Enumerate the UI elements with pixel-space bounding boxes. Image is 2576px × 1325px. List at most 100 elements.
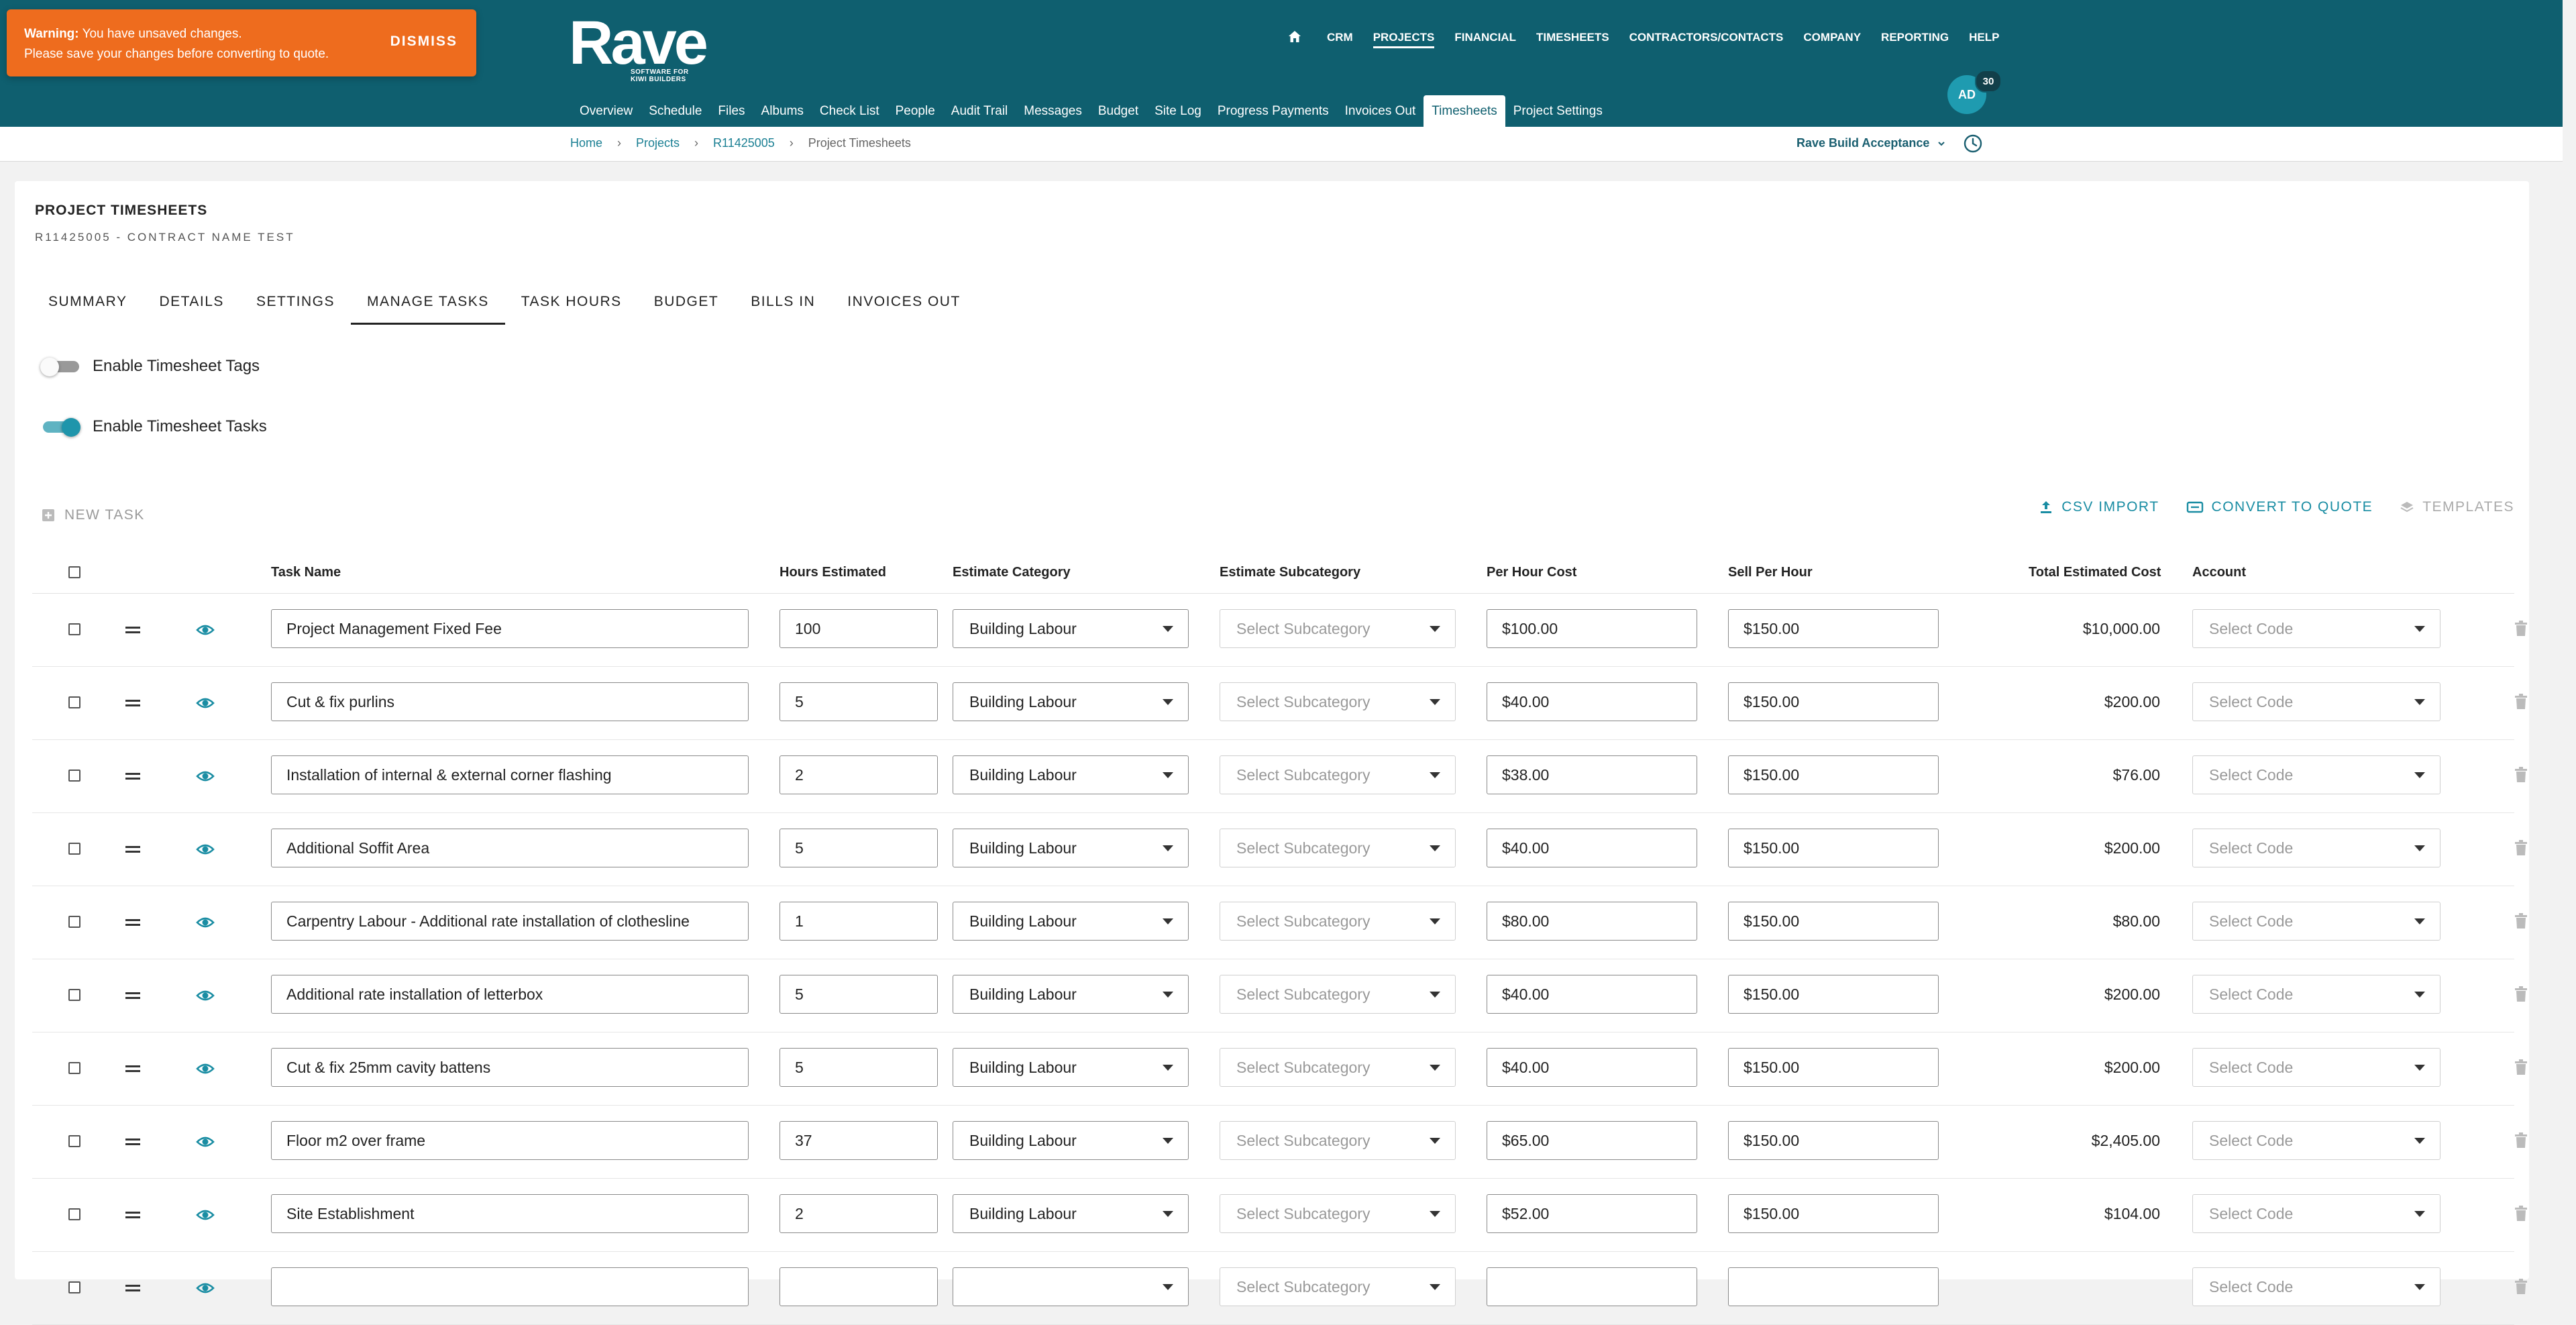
- per-hour-cost-input[interactable]: [1487, 1267, 1697, 1306]
- per-hour-cost-input[interactable]: $80.00: [1487, 902, 1697, 941]
- account-select[interactable]: Select Code: [2192, 902, 2440, 941]
- task-name-input[interactable]: Site Establishment: [271, 1194, 749, 1233]
- subnav-albums[interactable]: Albums: [753, 95, 812, 127]
- hours-estimated-input[interactable]: 100: [780, 609, 938, 648]
- visibility-eye-icon[interactable]: [196, 843, 215, 856]
- row-checkbox[interactable]: [68, 1062, 80, 1074]
- task-name-input[interactable]: Cut & fix 25mm cavity battens: [271, 1048, 749, 1087]
- task-name-input[interactable]: Floor m2 over frame: [271, 1121, 749, 1160]
- drag-handle-icon[interactable]: [125, 699, 140, 707]
- delete-trash-icon[interactable]: [2514, 1059, 2528, 1075]
- row-checkbox[interactable]: [68, 696, 80, 708]
- subnav-invoices-out[interactable]: Invoices Out: [1337, 95, 1424, 127]
- subnav-project-settings[interactable]: Project Settings: [1505, 95, 1611, 127]
- visibility-eye-icon[interactable]: [196, 1062, 215, 1075]
- breadcrumb-r11425005[interactable]: R11425005: [713, 136, 775, 150]
- tab-invoices-out[interactable]: INVOICES OUT: [831, 280, 977, 323]
- visibility-eye-icon[interactable]: [196, 989, 215, 1002]
- delete-trash-icon[interactable]: [2514, 694, 2528, 710]
- entity-selector[interactable]: Rave Build Acceptance: [1796, 136, 1945, 150]
- top-nav-financial[interactable]: FINANCIAL: [1454, 25, 1516, 48]
- visibility-eye-icon[interactable]: [196, 696, 215, 710]
- account-select[interactable]: Select Code: [2192, 975, 2440, 1014]
- account-select[interactable]: Select Code: [2192, 755, 2440, 794]
- breadcrumb-projects[interactable]: Projects: [636, 136, 680, 150]
- estimate-category-select[interactable]: Building Labour: [953, 1121, 1189, 1160]
- account-select[interactable]: Select Code: [2192, 609, 2440, 648]
- top-nav-contractors-contacts[interactable]: CONTRACTORS/CONTACTS: [1629, 25, 1784, 48]
- account-select[interactable]: Select Code: [2192, 1048, 2440, 1087]
- top-nav-timesheets[interactable]: TIMESHEETS: [1536, 25, 1609, 48]
- row-checkbox[interactable]: [68, 843, 80, 855]
- subnav-people[interactable]: People: [888, 95, 943, 127]
- estimate-category-select[interactable]: Building Labour: [953, 829, 1189, 867]
- estimate-subcategory-select[interactable]: Select Subcategory: [1220, 682, 1456, 721]
- top-nav-company[interactable]: COMPANY: [1803, 25, 1861, 48]
- tab-bills-in[interactable]: BILLS IN: [735, 280, 831, 323]
- csv-import-button[interactable]: CSV IMPORT: [2039, 499, 2159, 515]
- account-select[interactable]: Select Code: [2192, 829, 2440, 867]
- home-icon[interactable]: [1285, 28, 1304, 46]
- per-hour-cost-input[interactable]: $40.00: [1487, 829, 1697, 867]
- visibility-eye-icon[interactable]: [196, 1135, 215, 1149]
- timesheet-tasks-switch[interactable]: [40, 418, 80, 437]
- sell-per-hour-input[interactable]: $150.00: [1728, 829, 1939, 867]
- delete-trash-icon[interactable]: [2514, 1279, 2528, 1295]
- subnav-progress-payments[interactable]: Progress Payments: [1210, 95, 1337, 127]
- sell-per-hour-input[interactable]: $150.00: [1728, 1048, 1939, 1087]
- estimate-subcategory-select[interactable]: Select Subcategory: [1220, 902, 1456, 941]
- row-checkbox[interactable]: [68, 916, 80, 928]
- sell-per-hour-input[interactable]: $150.00: [1728, 682, 1939, 721]
- drag-handle-icon[interactable]: [125, 1211, 140, 1219]
- task-name-input[interactable]: Project Management Fixed Fee: [271, 609, 749, 648]
- account-select[interactable]: Select Code: [2192, 1194, 2440, 1233]
- drag-handle-icon[interactable]: [125, 918, 140, 926]
- task-name-input[interactable]: Additional rate installation of letterbo…: [271, 975, 749, 1014]
- subnav-messages[interactable]: Messages: [1016, 95, 1090, 127]
- toggle-timesheet-tags[interactable]: Enable Timesheet Tags: [40, 357, 260, 376]
- hours-estimated-input[interactable]: [780, 1267, 938, 1306]
- estimate-subcategory-select[interactable]: Select Subcategory: [1220, 1194, 1456, 1233]
- subnav-site-log[interactable]: Site Log: [1146, 95, 1210, 127]
- estimate-category-select[interactable]: Building Labour: [953, 755, 1189, 794]
- tab-details[interactable]: DETAILS: [143, 280, 239, 323]
- drag-handle-icon[interactable]: [125, 992, 140, 1000]
- estimate-category-select[interactable]: Building Labour: [953, 609, 1189, 648]
- subnav-files[interactable]: Files: [710, 95, 753, 127]
- task-name-input[interactable]: Carpentry Labour - Additional rate insta…: [271, 902, 749, 941]
- visibility-eye-icon[interactable]: [196, 623, 215, 637]
- per-hour-cost-input[interactable]: $100.00: [1487, 609, 1697, 648]
- select-all-checkbox[interactable]: [68, 566, 80, 578]
- sell-per-hour-input[interactable]: $150.00: [1728, 902, 1939, 941]
- tab-settings[interactable]: SETTINGS: [240, 280, 351, 323]
- visibility-eye-icon[interactable]: [196, 916, 215, 929]
- visibility-eye-icon[interactable]: [196, 1208, 215, 1222]
- delete-trash-icon[interactable]: [2514, 1132, 2528, 1149]
- tab-budget[interactable]: BUDGET: [638, 280, 735, 323]
- estimate-subcategory-select[interactable]: Select Subcategory: [1220, 1048, 1456, 1087]
- drag-handle-icon[interactable]: [125, 626, 140, 634]
- estimate-category-select[interactable]: [953, 1267, 1189, 1306]
- templates-button[interactable]: TEMPLATES: [2400, 499, 2514, 515]
- estimate-subcategory-select[interactable]: Select Subcategory: [1220, 1267, 1456, 1306]
- sell-per-hour-input[interactable]: $150.00: [1728, 755, 1939, 794]
- clock-icon[interactable]: [1963, 134, 1983, 154]
- task-name-input[interactable]: Cut & fix purlins: [271, 682, 749, 721]
- tab-summary[interactable]: SUMMARY: [32, 280, 143, 323]
- estimate-category-select[interactable]: Building Labour: [953, 1048, 1189, 1087]
- sell-per-hour-input[interactable]: $150.00: [1728, 1194, 1939, 1233]
- row-checkbox[interactable]: [68, 1135, 80, 1147]
- top-nav-reporting[interactable]: REPORTING: [1881, 25, 1949, 48]
- estimate-subcategory-select[interactable]: Select Subcategory: [1220, 829, 1456, 867]
- row-checkbox[interactable]: [68, 623, 80, 635]
- subnav-timesheets[interactable]: Timesheets: [1424, 95, 1505, 127]
- delete-trash-icon[interactable]: [2514, 1206, 2528, 1222]
- convert-to-quote-button[interactable]: CONVERT TO QUOTE: [2186, 499, 2373, 515]
- breadcrumb-home[interactable]: Home: [570, 136, 602, 150]
- timesheet-tags-switch[interactable]: [40, 358, 79, 376]
- account-select[interactable]: Select Code: [2192, 1267, 2440, 1306]
- per-hour-cost-input[interactable]: $38.00: [1487, 755, 1697, 794]
- drag-handle-icon[interactable]: [125, 772, 140, 780]
- task-name-input[interactable]: Additional Soffit Area: [271, 829, 749, 867]
- estimate-category-select[interactable]: Building Labour: [953, 682, 1189, 721]
